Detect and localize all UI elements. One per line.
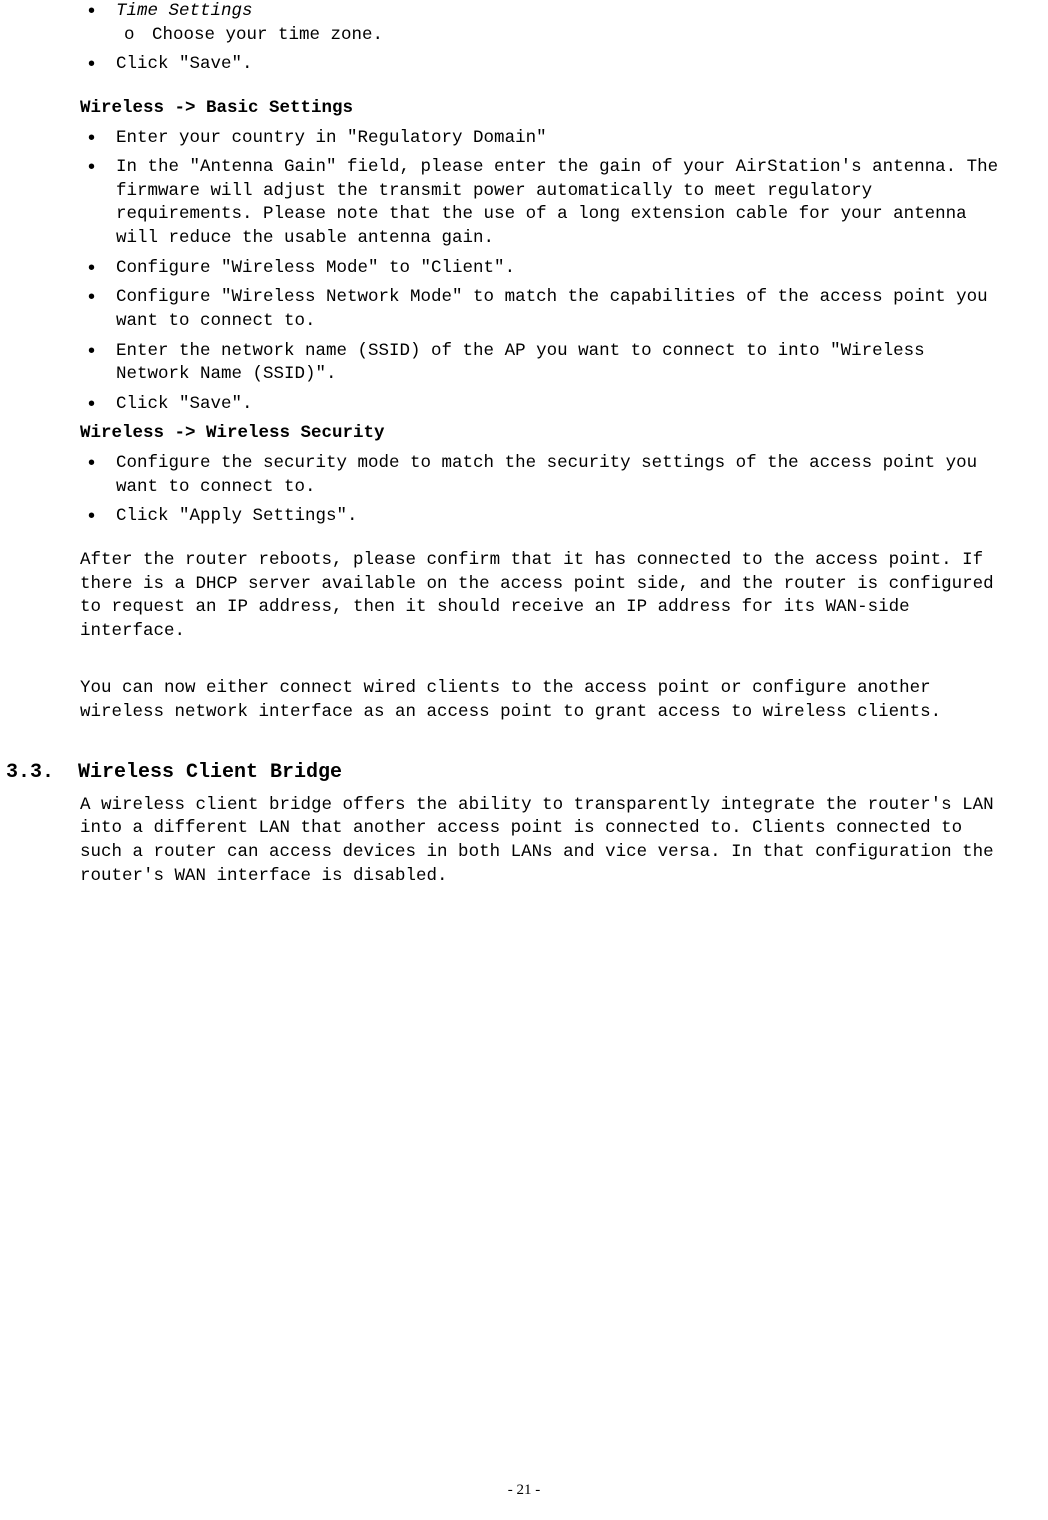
section-title: Wireless Client Bridge	[78, 761, 342, 784]
item-text: Configure "Wireless Network Mode" to mat…	[116, 287, 988, 331]
section-heading: 3.3.Wireless Client Bridge	[6, 759, 1008, 786]
item-text: Click "Save".	[116, 394, 253, 414]
sublist: Choose your time zone.	[116, 24, 1008, 48]
list-item: In the "Antenna Gain" field, please ente…	[80, 156, 1008, 251]
list-item: Enter your country in "Regulatory Domain…	[80, 127, 1008, 151]
basic-settings-list: Enter your country in "Regulatory Domain…	[80, 127, 1008, 417]
list-item: Click "Apply Settings".	[80, 505, 1008, 529]
list-item: Configure the security mode to match the…	[80, 452, 1008, 499]
list-item: Configure "Wireless Network Mode" to mat…	[80, 286, 1008, 333]
paragraph-next-steps: You can now either connect wired clients…	[80, 677, 1008, 724]
security-list: Configure the security mode to match the…	[80, 452, 1008, 529]
list-item: Click "Save".	[80, 53, 1008, 77]
page-footer: - 21 -	[0, 1480, 1048, 1500]
sub-item: Choose your time zone.	[116, 24, 1008, 48]
item-text: Time Settings	[116, 1, 253, 21]
paragraph-after-reboot: After the router reboots, please confirm…	[80, 549, 1008, 644]
list-item: Configure "Wireless Mode" to "Client".	[80, 257, 1008, 281]
item-text: Click "Save".	[116, 54, 253, 74]
subheading-basic-settings: Wireless -> Basic Settings	[80, 97, 1008, 121]
item-text: Enter your country in "Regulatory Domain…	[116, 128, 547, 148]
section-number: 3.3.	[6, 759, 78, 786]
list-item: Click "Save".	[80, 393, 1008, 417]
item-text: Configure the security mode to match the…	[116, 453, 977, 497]
list-item: Time Settings Choose your time zone.	[80, 0, 1008, 47]
subheading-wireless-security: Wireless -> Wireless Security	[80, 422, 1008, 446]
item-text: Click "Apply Settings".	[116, 506, 358, 526]
intro-list: Time Settings Choose your time zone. Cli…	[80, 0, 1008, 77]
sub-text: Choose your time zone.	[152, 25, 383, 45]
item-text: Enter the network name (SSID) of the AP …	[116, 341, 925, 385]
list-item: Enter the network name (SSID) of the AP …	[80, 340, 1008, 387]
section-body: A wireless client bridge offers the abil…	[80, 794, 1008, 889]
item-text: Configure "Wireless Mode" to "Client".	[116, 258, 515, 278]
item-text: In the "Antenna Gain" field, please ente…	[116, 157, 998, 248]
